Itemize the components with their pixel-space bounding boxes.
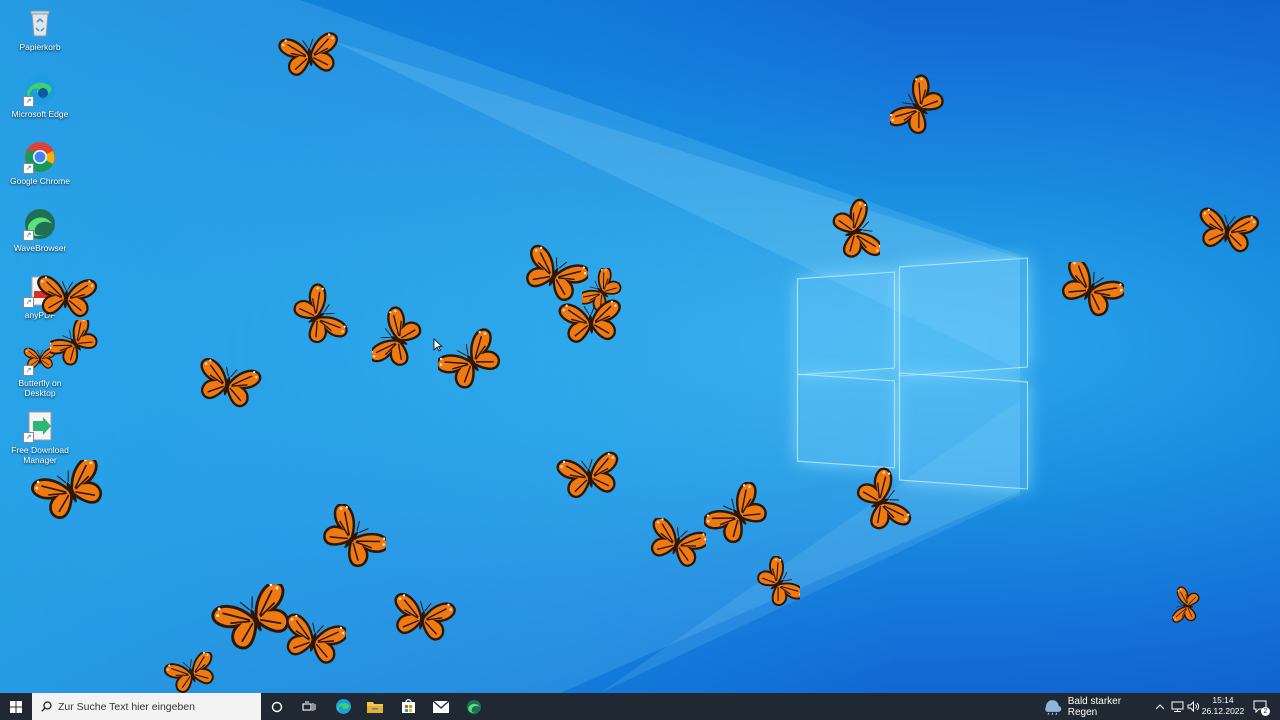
desktop-icon-butterfly-on-desktop[interactable]: ↗ Butterfly on Desktop <box>4 342 76 398</box>
recycle-bin-icon <box>23 6 57 40</box>
taskbar-clock[interactable]: 15:14 26.12.2022 <box>1199 695 1247 717</box>
show-hidden-icons-button[interactable] <box>1153 693 1167 720</box>
butterfly-sprite <box>1054 262 1124 322</box>
wallpaper-logo-pane <box>899 372 1028 490</box>
wavebrowser-icon <box>466 699 482 714</box>
butterfly-sprite <box>704 482 774 550</box>
chrome-icon: ↗ <box>23 140 57 174</box>
butterfly-sprite <box>756 556 800 612</box>
mouse-cursor-icon <box>433 338 443 352</box>
taskbar: Zur Suche Text hier eingeben Bald starke… <box>0 693 1280 720</box>
butterfly-sprite <box>644 518 706 572</box>
network-icon <box>1171 701 1183 712</box>
action-center-button[interactable]: 2 <box>1250 693 1270 720</box>
windows-start-icon <box>10 700 22 713</box>
taskbar-search-box[interactable]: Zur Suche Text hier eingeben <box>32 693 261 720</box>
taskbar-wavebrowser[interactable] <box>463 693 485 720</box>
butterfly-sprite <box>372 304 424 375</box>
speaker-icon <box>1187 701 1199 712</box>
shortcut-arrow-icon: ↗ <box>23 297 34 308</box>
desktop-icon-microsoft-edge[interactable]: ↗ Microsoft Edge <box>4 73 76 119</box>
search-placeholder: Zur Suche Text hier eingeben <box>58 700 195 713</box>
start-button[interactable] <box>0 693 32 720</box>
butterfly-sprite <box>387 592 458 644</box>
shortcut-arrow-icon: ↗ <box>23 230 34 241</box>
butterfly-sprite <box>192 358 263 411</box>
desktop-icon-wavebrowser[interactable]: ↗ WaveBrowser <box>4 207 76 253</box>
taskbar-edge[interactable] <box>332 693 354 720</box>
rain-cloud-icon <box>1045 699 1062 715</box>
butterfly-sprite <box>582 268 622 316</box>
mail-icon <box>433 700 449 713</box>
butterfly-sprite <box>1172 585 1202 627</box>
butterfly-sprite <box>30 460 113 526</box>
desktop-icon-label: anyPDF <box>24 310 56 320</box>
desktop-icon-label: Free Download Manager <box>11 445 69 465</box>
butterfly-sprite <box>288 282 348 352</box>
wallpaper-logo-pane <box>899 257 1028 377</box>
desktop-icon-label: WaveBrowser <box>13 243 67 253</box>
desktop-icon-label: Microsoft Edge <box>11 109 69 119</box>
butterfly-sprite <box>520 244 588 307</box>
shortcut-arrow-icon: ↗ <box>23 432 34 443</box>
shortcut-arrow-icon: ↗ <box>23 96 34 107</box>
edge-icon: ↗ <box>23 73 57 107</box>
butterfly-sprite <box>318 504 386 574</box>
notification-badge: 2 <box>1261 707 1270 716</box>
wallpaper-logo-pane <box>797 373 895 469</box>
desktop-background[interactable]: Papierkorb ↗ Microsoft Edge ↗ Google Chr… <box>0 0 1280 693</box>
search-icon <box>41 701 52 712</box>
butterfly-sprite <box>830 196 880 267</box>
butterfly-sprite <box>890 72 948 143</box>
weather-widget[interactable]: Bald starker Regen <box>1044 693 1152 720</box>
weather-text: Bald starker Regen <box>1067 695 1122 718</box>
taskbar-mail[interactable] <box>430 693 452 720</box>
desktop-icon-free-download-manager[interactable]: ↗ Free Download Manager <box>4 409 76 465</box>
download-manager-icon: ↗ <box>23 409 57 443</box>
desktop-icon-recycle-bin[interactable]: Papierkorb <box>4 6 76 52</box>
desktop-icon-label: Butterfly on Desktop <box>18 378 62 398</box>
desktop-icon-google-chrome[interactable]: ↗ Google Chrome <box>4 140 76 186</box>
shortcut-arrow-icon: ↗ <box>23 365 34 376</box>
task-view-icon <box>302 701 316 711</box>
desktop-icon-label: Papierkorb <box>19 42 61 52</box>
butterfly-sprite <box>1194 206 1261 255</box>
butterfly-sprite <box>555 450 624 501</box>
pdf-icon: ↗ <box>23 274 57 308</box>
butterfly-sprite <box>557 298 624 345</box>
clock-date: 26.12.2022 <box>1201 706 1245 716</box>
wallpaper-light-beams <box>0 0 1020 693</box>
shortcut-arrow-icon: ↗ <box>23 163 34 174</box>
network-button[interactable] <box>1169 693 1185 720</box>
butterfly-sprite <box>210 584 301 656</box>
wallpaper-logo-pane <box>797 271 895 376</box>
file-explorer-icon <box>367 701 383 713</box>
butterfly-sprite <box>277 31 343 78</box>
butterfly-sprite <box>164 652 220 693</box>
cortana-icon <box>271 701 283 712</box>
cortana-button[interactable] <box>266 693 288 720</box>
clock-time: 15:14 <box>1212 695 1234 705</box>
edge-icon <box>335 699 351 714</box>
taskbar-file-explorer[interactable] <box>364 693 386 720</box>
store-icon <box>401 699 415 713</box>
desktop-icon-anypdf[interactable]: ↗ anyPDF <box>4 274 76 320</box>
butterfly-icon: ↗ <box>23 342 57 376</box>
chevron-up-icon <box>1155 703 1165 709</box>
desktop-icon-label: Google Chrome <box>9 176 70 186</box>
butterfly-sprite <box>438 328 506 396</box>
taskbar-store[interactable] <box>397 693 419 720</box>
butterfly-sprite <box>280 612 346 668</box>
wavebrowser-icon: ↗ <box>23 207 57 241</box>
task-view-button[interactable] <box>298 693 320 720</box>
